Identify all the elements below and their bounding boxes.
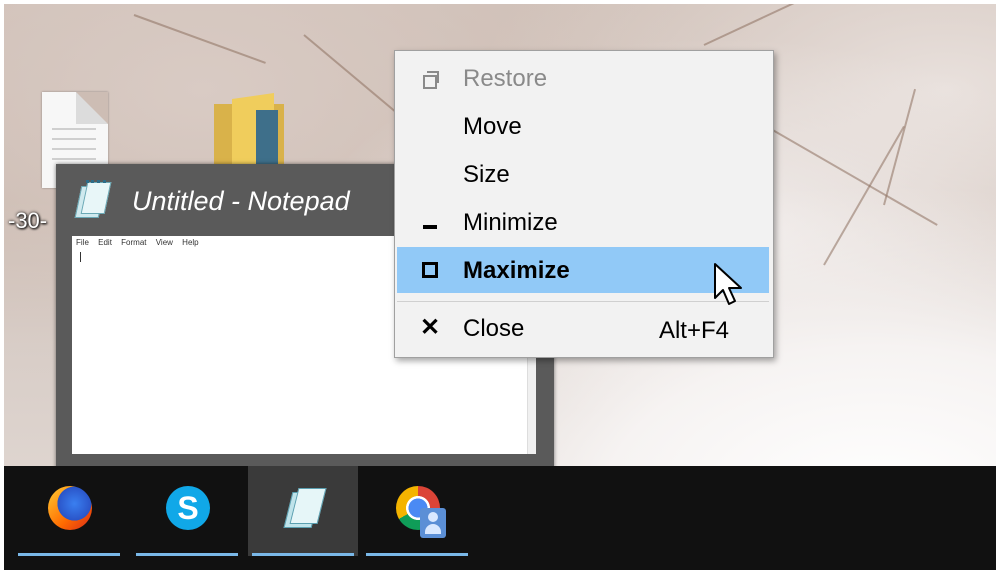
taskbar-firefox-button[interactable] [14, 466, 124, 556]
running-indicator [252, 553, 354, 556]
menu-view: View [155, 238, 173, 247]
taskbar-notepad-button[interactable] [248, 466, 358, 556]
taskbar-skype-button[interactable]: S [132, 466, 242, 556]
notepad-icon [282, 486, 327, 530]
close-shortcut: Alt+F4 [658, 317, 729, 344]
chrome-profile-badge-icon [420, 508, 446, 538]
maximize-icon [419, 259, 441, 281]
menu-item-minimize[interactable]: Minimize [397, 199, 769, 245]
minimize-icon [419, 211, 441, 233]
text-caret [80, 252, 81, 262]
notepad-menu-bar: File Edit Format View Help [76, 238, 206, 247]
menu-item-move[interactable]: Move [397, 103, 769, 149]
menu-format: Format [121, 238, 147, 247]
running-indicator [136, 553, 238, 556]
mouse-cursor-icon [714, 263, 742, 305]
firefox-icon [48, 486, 92, 530]
menu-item-restore[interactable]: Restore [397, 55, 769, 101]
menu-help: Help [182, 238, 199, 247]
running-indicator [366, 553, 468, 556]
close-icon: ✕ [419, 314, 441, 341]
menu-item-close[interactable]: ✕ Close Alt+F4 [397, 305, 769, 351]
window-context-menu: Restore Move Size Minimize Maximize ✕ Cl… [394, 50, 774, 358]
taskbar-chrome-button[interactable] [362, 466, 472, 556]
running-indicator [18, 553, 120, 556]
menu-edit: Edit [98, 238, 112, 247]
restore-icon [419, 67, 441, 89]
desktop-icon-label: -30- [8, 208, 48, 233]
menu-item-size[interactable]: Size [397, 151, 769, 197]
taskbar: S [4, 466, 996, 570]
preview-title: Untitled - Notepad [132, 186, 350, 216]
menu-file: File [76, 238, 89, 247]
notepad-app-icon [74, 180, 112, 220]
folder-icon[interactable] [214, 93, 284, 177]
skype-icon: S [166, 486, 210, 530]
